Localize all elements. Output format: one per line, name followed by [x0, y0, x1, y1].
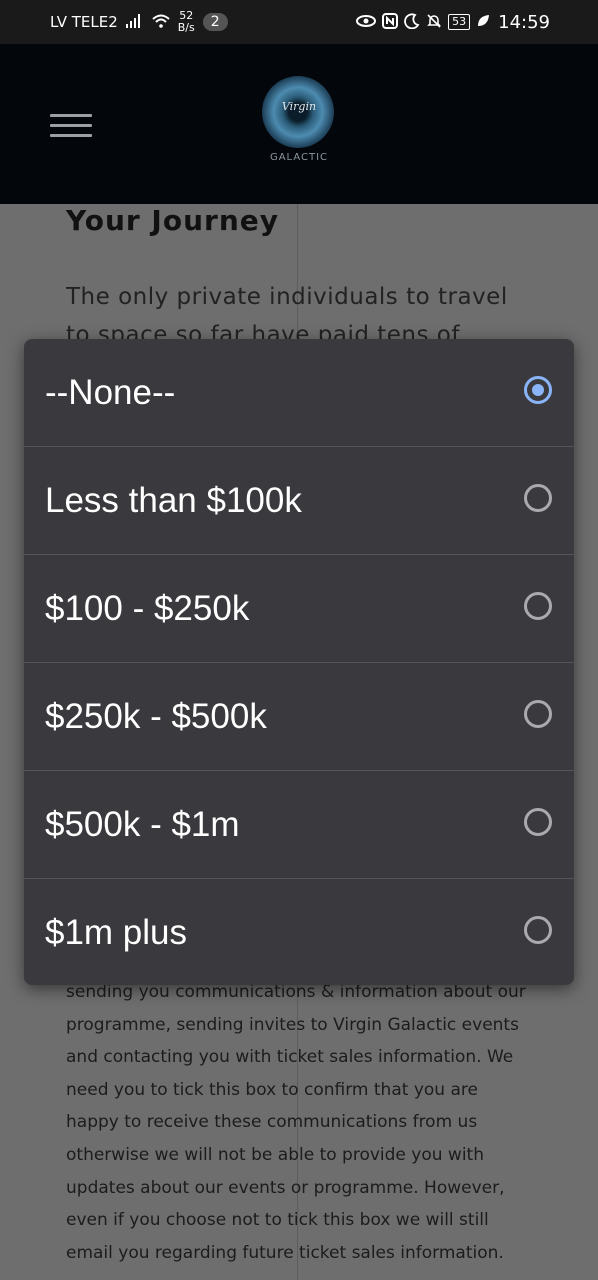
option-less-than-100k[interactable]: Less than $100k — [24, 447, 574, 555]
option-1m-plus[interactable]: $1m plus — [24, 879, 574, 985]
nfc-icon — [382, 12, 399, 32]
menu-icon[interactable] — [50, 114, 92, 137]
consent-paragraph: sending you communications & information… — [66, 982, 526, 1263]
carrier-label: LV TELE2 — [50, 13, 118, 31]
site-header: Virgin GALACTIC — [0, 44, 598, 204]
option-100-250k[interactable]: $100 - $250k — [24, 555, 574, 663]
option-label: --None-- — [45, 373, 176, 412]
notification-count-badge: 2 — [202, 13, 228, 31]
option-label: $500k - $1m — [45, 805, 240, 844]
option-500k-1m[interactable]: $500k - $1m — [24, 771, 574, 879]
budget-select-dialog: --None-- Less than $100k $100 - $250k $2… — [24, 339, 574, 985]
radio-selected-icon[interactable] — [524, 376, 552, 404]
radio-unselected-icon[interactable] — [524, 916, 552, 944]
option-label: Less than $100k — [45, 481, 302, 520]
option-none[interactable]: --None-- — [24, 339, 574, 447]
intro-paragraph: The only private individuals to travel t… — [66, 284, 508, 340]
page-heading: Your Journey — [66, 204, 280, 237]
signal-icon — [125, 13, 144, 31]
mute-icon — [426, 13, 442, 32]
network-speed: 52 B/s — [178, 10, 195, 34]
battery-indicator: 53 — [448, 14, 471, 30]
option-250k-500k[interactable]: $250k - $500k — [24, 663, 574, 771]
option-label: $1m plus — [45, 913, 188, 952]
option-label: $100 - $250k — [45, 589, 250, 628]
virgin-galactic-logo[interactable]: Virgin GALACTIC — [259, 76, 339, 172]
wifi-icon — [152, 14, 170, 31]
radio-unselected-icon[interactable] — [524, 700, 552, 728]
radio-unselected-icon[interactable] — [524, 808, 552, 836]
logo-text: GALACTIC — [269, 152, 329, 163]
status-bar: LV TELE2 52 B/s 2 53 14:59 — [0, 0, 598, 44]
logo-brand: Virgin — [281, 100, 317, 113]
eye-comfort-icon — [356, 14, 377, 31]
option-label: $250k - $500k — [45, 697, 267, 736]
leaf-icon — [476, 14, 490, 31]
radio-unselected-icon[interactable] — [524, 484, 552, 512]
radio-unselected-icon[interactable] — [524, 592, 552, 620]
network-speed-unit: B/s — [177, 21, 195, 34]
clock: 14:59 — [498, 11, 550, 33]
moon-icon — [404, 13, 420, 32]
